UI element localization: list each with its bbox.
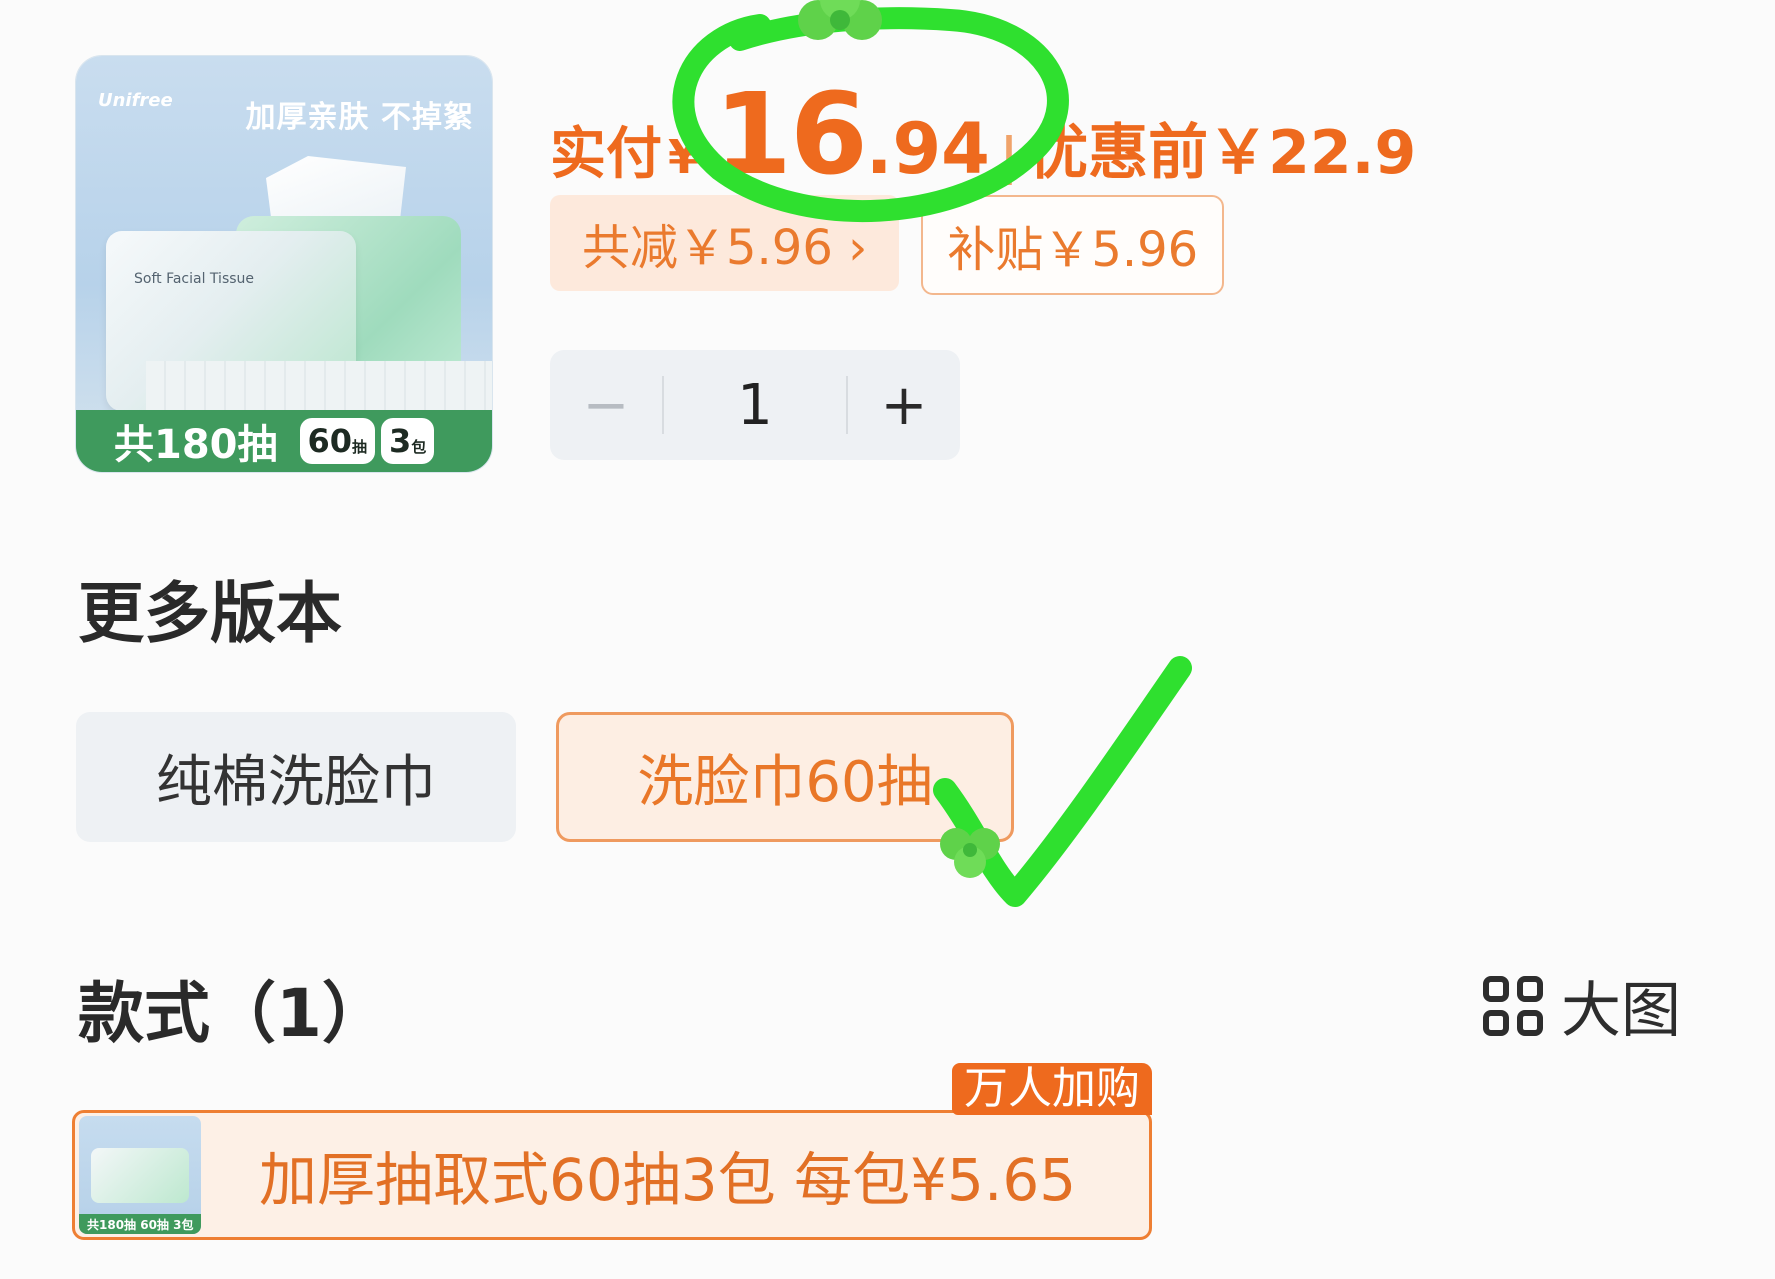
styles-title: 款式（1） bbox=[78, 975, 388, 1052]
price-separator: | bbox=[999, 127, 1019, 185]
style-thumbnail: 共180抽 60抽 3包 bbox=[79, 1116, 201, 1234]
total-discount-button[interactable]: 共减￥5.96 › bbox=[550, 195, 900, 291]
sku-selection-page: Unifree 加厚亲肤 不掉絮 Soft Facial Tissue 共180… bbox=[0, 0, 1775, 1279]
version-option-60-sheets[interactable]: 洗脸巾60抽 bbox=[556, 712, 1014, 842]
product-slogan: 加厚亲肤 不掉絮 bbox=[245, 100, 474, 135]
clover-icon bbox=[798, 0, 882, 40]
product-image-banner: 共180抽 60抽 3包 bbox=[76, 410, 492, 472]
big-view-label: 大图 bbox=[1561, 976, 1681, 1046]
quantity-value[interactable]: 1 bbox=[664, 373, 846, 438]
brand-logo: Unifree bbox=[98, 90, 173, 111]
style-thumbnail-banner: 共180抽 60抽 3包 bbox=[79, 1214, 201, 1234]
pack-label: Soft Facial Tissue bbox=[134, 271, 255, 287]
product-image[interactable]: Unifree 加厚亲肤 不掉絮 Soft Facial Tissue 共180… bbox=[76, 56, 492, 472]
more-versions-title: 更多版本 bbox=[78, 575, 342, 652]
price-integer: 16 bbox=[714, 70, 868, 200]
price-decimal: .94 bbox=[865, 108, 990, 190]
quantity-stepper: − 1 + bbox=[550, 350, 960, 460]
style-description: 加厚抽取式60抽3包 每包¥5.65 bbox=[259, 1146, 1077, 1214]
count-chip: 60抽 bbox=[299, 418, 376, 464]
big-view-toggle[interactable]: 大图 bbox=[1483, 962, 1681, 1049]
popular-badge: 万人加购 bbox=[952, 1063, 1152, 1115]
grid-icon bbox=[1483, 975, 1543, 1036]
subsidy-tag: 补贴￥5.96 bbox=[921, 195, 1225, 295]
increase-button[interactable]: + bbox=[848, 373, 960, 438]
total-count-label: 共180抽 bbox=[114, 422, 278, 468]
version-option-cotton[interactable]: 纯棉洗脸巾 bbox=[76, 712, 516, 842]
decrease-button[interactable]: − bbox=[550, 373, 662, 438]
style-option[interactable]: 共180抽 60抽 3包 加厚抽取式60抽3包 每包¥5.65 万人加购 bbox=[72, 1063, 1152, 1240]
currency-symbol: ¥ bbox=[668, 130, 701, 184]
paid-label: 实付 bbox=[550, 122, 662, 187]
price-row: 实付 ¥ 16 .94 | 优惠前￥22.9 bbox=[550, 70, 1416, 200]
original-price: 优惠前￥22.9 bbox=[1028, 118, 1417, 188]
discount-chips: 共减￥5.96 › 补贴￥5.96 bbox=[550, 195, 1225, 295]
packs-chip: 3包 bbox=[381, 418, 435, 464]
